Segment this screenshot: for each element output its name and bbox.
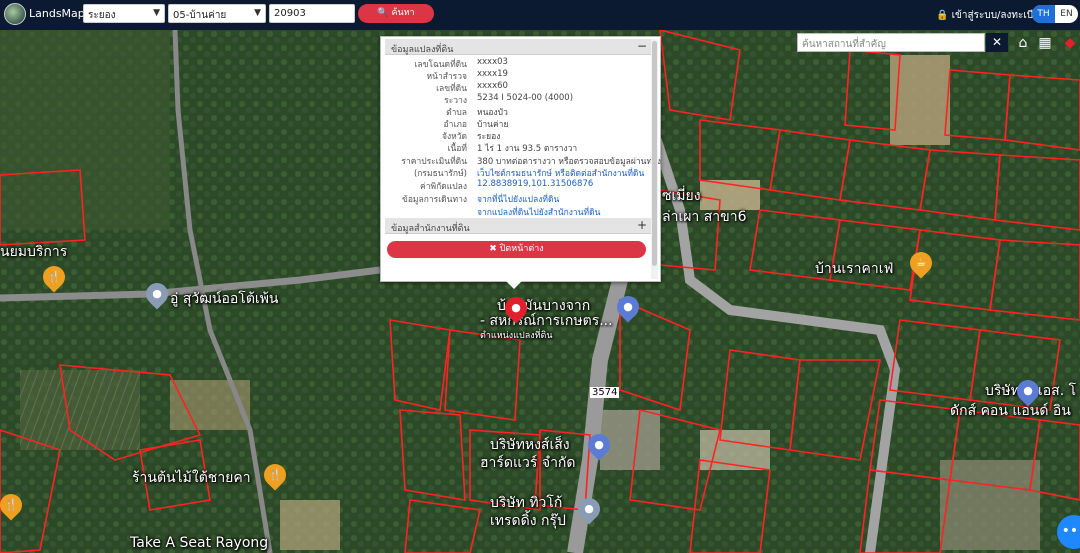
info-row: เลขโฉนดที่ดิน xxxx03	[385, 57, 651, 70]
app-name: LandsMaps	[29, 7, 91, 20]
directions-to-office-link[interactable]: จากแปลงที่ดินไปยังสำนักงานที่ดิน	[477, 205, 600, 219]
expand-icon[interactable]: +	[637, 218, 647, 232]
shop-pin-icon[interactable]: ●	[583, 429, 615, 461]
grid-icon[interactable]: ▦	[1035, 34, 1055, 52]
info-value: xxxx60	[477, 81, 508, 91]
info-label: ข้อมูลการเดินทาง	[402, 195, 467, 205]
info-value: 1 ไร่ 1 งาน 93.5 ตารางวา	[477, 144, 578, 154]
parcel-marker-icon[interactable]: ●	[500, 292, 532, 324]
place-pin-icon[interactable]: ●	[141, 278, 173, 310]
scrollbar-thumb[interactable]	[652, 41, 657, 266]
info-label: เนื้อที่	[447, 144, 467, 154]
district-select[interactable]: 05-บ้านค่าย ▼	[168, 4, 266, 23]
road-number-label: 3574	[590, 387, 620, 398]
map-label[interactable]: ซเมี่ยง	[662, 185, 701, 207]
coordinates-link[interactable]: 12.8838919,101.31506876	[477, 179, 593, 189]
land-office-header[interactable]: ข้อมูลสำนักงานที่ดิน +	[385, 218, 651, 234]
info-row: ค่าพิกัดแปลง 12.8838919,101.31506876	[385, 179, 651, 192]
info-row: (กรมธนารักษ์) เว็บไซต์กรมธนารักษ์ หรือติด…	[385, 166, 651, 180]
parcel-info-title: ข้อมูลแปลงที่ดิน	[391, 45, 454, 55]
top-navbar: LandsMaps ระยอง ▼ 05-บ้านค่าย ▼ 20903 🔍 …	[0, 0, 1080, 30]
info-row: ข้อมูลการเดินทาง จากที่นี่ไปยังแปลงที่ดิน	[385, 192, 651, 206]
panel-pointer	[505, 280, 523, 289]
map-label[interactable]: นยมบริการ	[0, 241, 67, 263]
home-icon[interactable]: ⌂	[1013, 34, 1033, 52]
info-row: เนื้อที่ 1 ไร่ 1 งาน 93.5 ตารางวา	[385, 141, 651, 154]
map-label[interactable]: ดักส์ คอน แอนด์ อิน	[950, 400, 1071, 422]
cafe-pin-icon[interactable]: ☕	[905, 247, 937, 279]
land-office-title: ข้อมูลสำนักงานที่ดิน	[391, 224, 470, 234]
info-value: xxxx03	[477, 57, 508, 67]
info-row: จังหวัด ระยอง	[385, 129, 651, 142]
restaurant-pin-icon[interactable]: 🍴	[38, 261, 70, 293]
lang-th-button[interactable]: TH	[1032, 5, 1055, 23]
place-pin-icon[interactable]: ●	[573, 493, 605, 525]
info-row: จากแปลงที่ดินไปยังสำนักงานที่ดิน	[385, 205, 651, 219]
info-row: ตำบล หนองบัว	[385, 105, 651, 118]
lang-en-button[interactable]: EN	[1055, 5, 1078, 23]
place-search-input[interactable]: ค้นหาสถานที่สำคัญ	[797, 33, 985, 52]
info-row: หน้าสำรวจ xxxx19	[385, 69, 651, 82]
login-register-link[interactable]: 🔒 เข้าสู่ระบบ/ลงทะเบียน	[936, 8, 1046, 23]
search-button[interactable]: 🔍 ค้นหา	[358, 4, 434, 23]
map-label[interactable]: บ้านเราคาเฟ่	[815, 258, 893, 280]
panel-scrollbar[interactable]	[651, 39, 658, 279]
restaurant-pin-icon[interactable]: 🍴	[259, 459, 291, 491]
info-value: 5234 I 5024-00 (4000)	[477, 93, 574, 103]
shop-pin-icon[interactable]: ●	[1012, 375, 1044, 407]
info-row: ราคาประเมินที่ดิน 380 บาทต่อตารางวา หรือต…	[385, 154, 661, 167]
close-window-button[interactable]: ✖ ปิดหน้าต่าง	[387, 241, 646, 258]
shop-pin-icon[interactable]: ●	[612, 291, 644, 323]
map-label[interactable]: ร้านต้นไม้ใต้ชายคา	[132, 467, 251, 489]
info-row: ระวาง 5234 I 5024-00 (4000)	[385, 93, 651, 106]
parcel-location-label: ตำแหน่งแปลงที่ดิน	[480, 331, 553, 341]
treasury-website-link[interactable]: เว็บไซต์กรมธนารักษ์ หรือติดต่อสำนักงานที…	[477, 166, 644, 180]
chevron-down-icon: ▼	[153, 8, 160, 18]
info-row: เลขที่ดิน xxxx60	[385, 81, 651, 94]
info-row: อำเภอ บ้านค่าย	[385, 117, 651, 130]
parcel-info-header[interactable]: ข้อมูลแปลงที่ดิน −	[385, 39, 651, 55]
map-label[interactable]: Take A Seat Rayong	[130, 535, 268, 551]
language-toggle[interactable]: TH EN	[1032, 5, 1078, 23]
parcel-number-input[interactable]: 20903	[269, 4, 355, 23]
map-label[interactable]: อู่ สุวัฒน์ออโต้เพ้น	[170, 288, 279, 310]
map-label[interactable]: ฮาร์ดแวร์ จำกัด	[480, 452, 576, 474]
landsmaps-logo-icon[interactable]	[4, 3, 26, 25]
province-select[interactable]: ระยอง ▼	[83, 4, 165, 23]
collapse-icon[interactable]: −	[637, 39, 647, 53]
chevron-down-icon: ▼	[254, 8, 261, 18]
close-icon[interactable]: ✕	[986, 33, 1008, 52]
district-select-value: 05-บ้านค่าย	[173, 10, 227, 21]
directions-to-parcel-link[interactable]: จากที่นี่ไปยังแปลงที่ดิน	[477, 192, 559, 206]
info-label: (กรมธนารักษ์)	[413, 169, 467, 179]
layers-icon[interactable]: ◆	[1060, 34, 1080, 52]
info-value: xxxx19	[477, 69, 508, 79]
province-select-value: ระยอง	[88, 10, 116, 21]
map-label[interactable]: ล่าเผา สาขา6	[662, 206, 747, 228]
info-label: ค่าพิกัดแปลง	[420, 182, 467, 192]
map-label[interactable]: เทรดดิ้ง กรุ๊ป	[490, 510, 566, 532]
parcel-info-panel: ข้อมูลแปลงที่ดิน − เลขโฉนดที่ดิน xxxx03 ห…	[380, 36, 661, 282]
